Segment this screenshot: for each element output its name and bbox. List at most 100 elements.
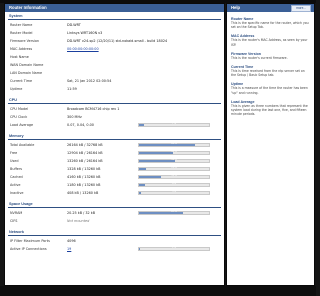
- usage-bar-percent: 49%: [171, 150, 177, 153]
- row-router-name: Router Name DD-WRT: [5, 21, 224, 29]
- help-item-text: This is time received from the ntp serve…: [231, 69, 305, 78]
- section-divider: [8, 19, 221, 20]
- row-value: DD-WRT v24-sp2 (12/20/11) std-nokaid-sma…: [67, 39, 168, 43]
- row-cpu-clock: CPU Clock 300 MHz: [5, 113, 224, 121]
- row-value: Sat, 21 Jan 2012 02:00:54: [67, 79, 112, 83]
- usage-bar-percent: 63%: [171, 210, 177, 213]
- usage-bar: 51%: [138, 158, 210, 163]
- row-lan-domain: LAN Domain Name: [5, 69, 224, 77]
- row-label: Active: [10, 183, 21, 187]
- section-divider: [8, 207, 221, 208]
- row-label: Uptime: [10, 87, 23, 91]
- row-value: 26164 kB / 32768 kB: [67, 143, 103, 147]
- help-body: Router Name This is the specific name fo…: [227, 12, 314, 116]
- panel-title: Router Information: [5, 4, 224, 12]
- row-value: 12904 kB / 26164 kB: [67, 151, 103, 155]
- section-divider: [8, 103, 221, 104]
- row-value: Broadcom BCM4716 chip rev 1: [67, 107, 120, 111]
- usage-bar: 3%: [138, 190, 210, 195]
- usage-bar: 1%: [138, 246, 210, 251]
- row-active: Active 1180 kB / 13260 kB 9%: [5, 181, 224, 189]
- help-more-button[interactable]: more...: [291, 5, 311, 12]
- row-nvram: NVRAM 20.25 kB / 32 kB 63%: [5, 209, 224, 217]
- help-item-text: This is a measure of the time the router…: [231, 86, 308, 95]
- row-value: 1328 kB / 13260 kB: [67, 167, 101, 171]
- row-cpu-model: CPU Model Broadcom BCM4716 chip rev 1: [5, 105, 224, 113]
- row-label: Used: [10, 159, 19, 163]
- row-label: Buffers: [10, 167, 23, 171]
- usage-bar: 63%: [138, 210, 210, 215]
- row-current-time: Current Time Sat, 21 Jan 2012 02:00:54: [5, 77, 224, 85]
- row-label: Total Available: [10, 143, 35, 147]
- row-value: Not mounted: [67, 219, 90, 223]
- row-label: Inactive: [10, 191, 24, 195]
- active-connections-link[interactable]: 19: [67, 245, 71, 253]
- row-label: NVRAM: [10, 211, 23, 215]
- row-label: CPU Clock: [10, 115, 28, 119]
- row-value: 13260 kB / 26164 kB: [67, 159, 103, 163]
- row-value: DD-WRT: [67, 23, 81, 27]
- row-label: Router Model: [10, 31, 33, 35]
- row-total-available: Total Available 26164 kB / 32768 kB 80%: [5, 141, 224, 149]
- row-label: IP Filter Maximum Ports: [10, 239, 50, 243]
- row-cached: Cached 4160 kB / 13260 kB 31%: [5, 173, 224, 181]
- usage-bar: 10%: [138, 166, 210, 171]
- row-value: 300 MHz: [67, 115, 82, 119]
- row-uptime: Uptime 11:59: [5, 85, 224, 93]
- row-label: WAN Domain Name: [10, 63, 44, 67]
- row-router-model: Router Model Linksys WRT160N v3: [5, 29, 224, 37]
- row-value: Linksys WRT160N v3: [67, 31, 103, 35]
- row-value: 1180 kB / 13260 kB: [67, 183, 101, 187]
- help-item-text: This is the router's current firmware.: [231, 55, 288, 60]
- section-divider: [8, 139, 221, 140]
- row-buffers: Buffers 1328 kB / 13260 kB 10%: [5, 165, 224, 173]
- help-item-text: This is given as three numbers that repr…: [231, 103, 308, 117]
- row-label: CPU Model: [10, 107, 29, 111]
- row-free: Free 12904 kB / 26164 kB 49%: [5, 149, 224, 157]
- bottom-strip: [0, 286, 316, 296]
- usage-bar-percent: 7%: [171, 122, 177, 125]
- row-mac-address: MAC Address 00:00:00:00:00:00: [5, 45, 224, 53]
- row-value: 4160 kB / 13260 kB: [67, 175, 101, 179]
- row-wan-domain: WAN Domain Name: [5, 61, 224, 69]
- row-cifs: CIFS Not mounted: [5, 217, 224, 225]
- row-label: MAC Address: [10, 47, 33, 51]
- usage-bar-percent: 3%: [171, 190, 177, 193]
- row-label: Cached: [10, 175, 23, 179]
- mac-address-link[interactable]: 00:00:00:00:00:00: [67, 45, 99, 53]
- usage-bar-percent: 80%: [171, 142, 177, 145]
- row-used: Used 13260 kB / 26164 kB 51%: [5, 157, 224, 165]
- row-value: 0.07, 0.04, 0.00: [67, 123, 94, 127]
- row-label: Active IP Connections: [10, 247, 47, 251]
- row-label: LAN Domain Name: [10, 71, 43, 75]
- row-label: Load Average: [10, 123, 34, 127]
- usage-bar-percent: 51%: [171, 158, 177, 161]
- help-title: Help: [231, 5, 241, 10]
- row-value: 11:59: [67, 87, 77, 91]
- row-host-name: Host Name: [5, 53, 224, 61]
- usage-bar-percent: 10%: [171, 166, 177, 169]
- row-active-ip-connections: Active IP Connections 19 1%: [5, 245, 224, 253]
- usage-bar: 31%: [138, 174, 210, 179]
- help-panel: Help more... Router Name This is the spe…: [226, 3, 315, 286]
- row-label: Free: [10, 151, 18, 155]
- row-label: Host Name: [10, 55, 29, 59]
- usage-bar: 80%: [138, 142, 210, 147]
- row-firmware-version: Firmware Version DD-WRT v24-sp2 (12/20/1…: [5, 37, 224, 45]
- usage-bar-percent: 31%: [171, 174, 177, 177]
- help-item-text: This is the specific name for the router…: [231, 21, 309, 30]
- row-inactive: Inactive 408 kB / 13260 kB 3%: [5, 189, 224, 197]
- row-value: 20.25 kB / 32 kB: [67, 211, 96, 215]
- usage-bar-percent: 9%: [171, 182, 177, 185]
- help-item-text: This is the router's MAC Address, as see…: [231, 38, 308, 47]
- row-value: 4096: [67, 239, 76, 243]
- row-value: 408 kB / 13260 kB: [67, 191, 99, 195]
- usage-bar: 7%: [138, 122, 210, 127]
- router-info-panel: Router Information System Router Name DD…: [4, 3, 225, 286]
- row-label: CIFS: [10, 219, 18, 223]
- usage-bar: 49%: [138, 150, 210, 155]
- row-ip-filter-max-ports: IP Filter Maximum Ports 4096: [5, 237, 224, 245]
- usage-bar: 9%: [138, 182, 210, 187]
- row-label: Current Time: [10, 79, 33, 83]
- row-load-average: Load Average 0.07, 0.04, 0.00 7%: [5, 121, 224, 129]
